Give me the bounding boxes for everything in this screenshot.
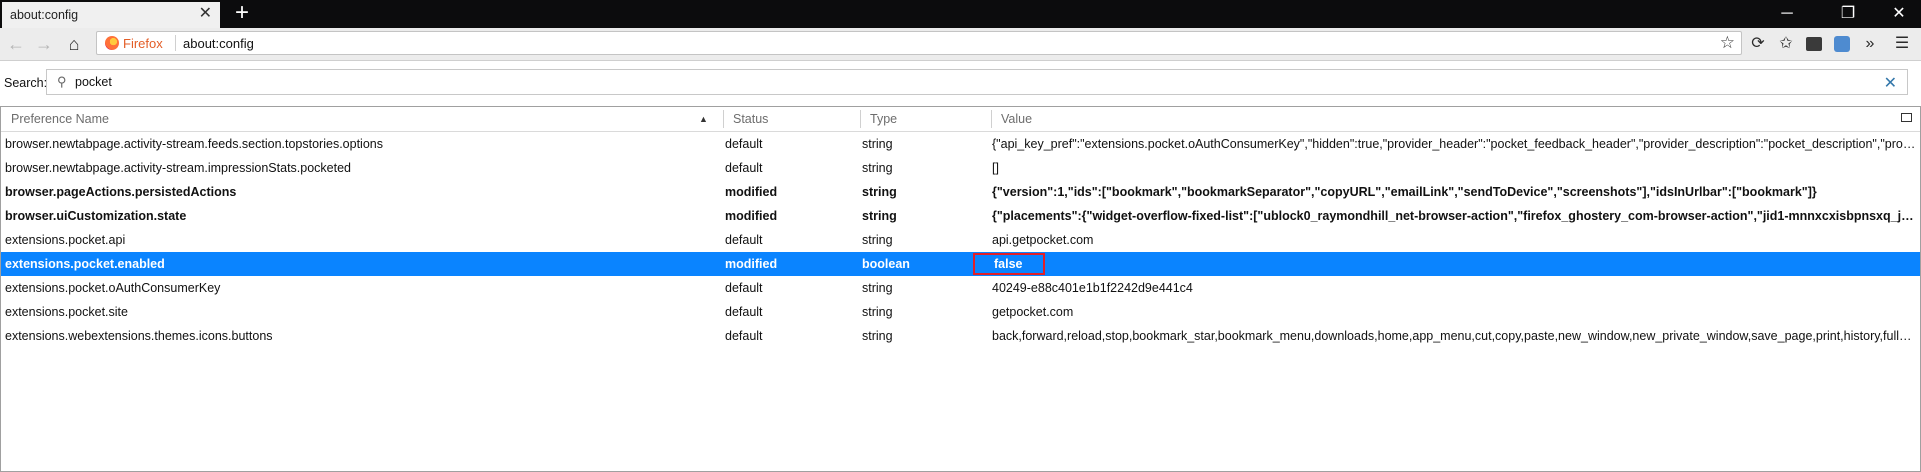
pref-status: modified [725, 185, 778, 199]
library-icon[interactable] [1802, 32, 1826, 56]
table-row[interactable]: extensions.webextensions.themes.icons.bu… [1, 324, 1920, 348]
identity-separator [175, 35, 176, 51]
column-header-type[interactable]: Type [860, 107, 991, 131]
navigation-toolbar: ← → ⌂ Firefox about:config ☆ ⟳ ✩ » ☰ [0, 28, 1921, 61]
bookmarks-icon[interactable]: ✩ [1774, 32, 1798, 56]
pref-value: {"placements":{"widget-overflow-fixed-li… [992, 209, 1917, 223]
pref-status: modified [725, 257, 778, 271]
column-header-type-label: Type [870, 112, 898, 126]
pref-status: default [725, 161, 763, 175]
pref-status: default [725, 137, 763, 151]
column-header-status[interactable]: Status [723, 107, 860, 131]
pref-type: string [862, 161, 893, 175]
column-header-value[interactable]: Value [991, 107, 1871, 131]
column-picker-icon[interactable] [1901, 113, 1912, 122]
tab-title: about:config [10, 8, 79, 22]
pref-type: string [862, 329, 893, 343]
bookmark-star-icon[interactable]: ☆ [1720, 33, 1735, 53]
search-value[interactable]: pocket [75, 75, 112, 89]
table-row[interactable]: browser.pageActions.persistedActions mod… [1, 180, 1920, 204]
pref-type: string [862, 137, 893, 151]
pref-value[interactable]: false [994, 252, 1919, 276]
column-header-name-label: Preference Name [11, 112, 109, 126]
sort-ascending-icon: ▲ [699, 114, 708, 124]
pref-value: api.getpocket.com [992, 233, 1094, 247]
table-row[interactable]: browser.uiCustomization.state modified s… [1, 204, 1920, 228]
extension-icon[interactable] [1830, 32, 1854, 56]
column-header-value-label: Value [1001, 112, 1033, 126]
pref-name: extensions.pocket.api [5, 233, 126, 247]
pref-value: getpocket.com [992, 305, 1074, 319]
column-header-status-label: Status [733, 112, 769, 126]
search-input[interactable]: ⚲ pocket ✕ [46, 69, 1908, 95]
column-header-name[interactable]: Preference Name [1, 107, 723, 131]
pref-value: {"api_key_pref":"extensions.pocket.oAuth… [992, 137, 1917, 151]
pref-status: default [725, 281, 763, 295]
pref-name: browser.newtabpage.activity-stream.feeds… [5, 137, 383, 151]
search-label: Search: [4, 76, 48, 90]
clear-search-icon[interactable]: ✕ [1884, 73, 1897, 93]
url-text[interactable]: about:config [183, 36, 254, 51]
tab-close-icon[interactable]: ✕ [199, 6, 212, 22]
tab-strip: about:config ✕ + ─ ❐ ✕ [0, 0, 1921, 28]
new-tab-button[interactable]: + [230, 1, 254, 26]
pref-value: [] [992, 161, 999, 175]
pref-type: boolean [862, 257, 910, 271]
annotation-highlight-box [973, 253, 1045, 275]
pref-name: browser.uiCustomization.state [5, 209, 187, 223]
pref-type: string [862, 281, 893, 295]
pref-value: 40249-e88c401e1b1f2242d9e441c4 [992, 281, 1193, 295]
pref-name: extensions.pocket.oAuthConsumerKey [5, 281, 221, 295]
menu-icon[interactable]: ☰ [1890, 32, 1914, 56]
pref-type: string [862, 233, 893, 247]
table-row[interactable]: extensions.pocket.site default string ge… [1, 300, 1920, 324]
pref-value: {"version":1,"ids":["bookmark","bookmark… [992, 185, 1817, 199]
overflow-icon[interactable]: » [1858, 32, 1882, 56]
table-row-selected[interactable]: extensions.pocket.enabled modified boole… [1, 252, 1920, 276]
home-icon[interactable]: ⌂ [62, 32, 86, 56]
minimize-button[interactable]: ─ [1765, 0, 1809, 28]
preferences-table: Preference Name ▲ Status Type Value brow… [0, 106, 1921, 472]
search-icon: ⚲ [57, 74, 67, 89]
table-body: browser.newtabpage.activity-stream.feeds… [1, 132, 1920, 348]
table-row[interactable]: extensions.pocket.oAuthConsumerKey defau… [1, 276, 1920, 300]
pref-value: back,forward,reload,stop,bookmark_star,b… [992, 329, 1917, 343]
restore-button[interactable]: ❐ [1826, 0, 1870, 28]
pref-name: extensions.pocket.enabled [5, 257, 165, 271]
search-row: Search: ⚲ pocket ✕ [0, 61, 1921, 106]
table-header: Preference Name ▲ Status Type Value [1, 107, 1920, 132]
pref-name: browser.pageActions.persistedActions [5, 185, 237, 199]
forward-icon[interactable]: → [32, 32, 56, 56]
pref-status: modified [725, 209, 778, 223]
table-row[interactable]: extensions.pocket.api default string api… [1, 228, 1920, 252]
pref-status: default [725, 329, 763, 343]
reload-icon[interactable]: ⟳ [1746, 32, 1770, 56]
pref-type: string [862, 305, 893, 319]
identity-label[interactable]: Firefox [123, 36, 163, 51]
table-row[interactable]: browser.newtabpage.activity-stream.feeds… [1, 132, 1920, 156]
pref-status: default [725, 233, 763, 247]
table-row[interactable]: browser.newtabpage.activity-stream.impre… [1, 156, 1920, 180]
pref-name: browser.newtabpage.activity-stream.impre… [5, 161, 351, 175]
pref-status: default [725, 305, 763, 319]
pref-name: extensions.pocket.site [5, 305, 128, 319]
url-bar[interactable]: Firefox about:config ☆ [96, 31, 1742, 55]
firefox-logo-icon [105, 36, 119, 50]
pref-type: string [862, 185, 897, 199]
window-close-button[interactable]: ✕ [1877, 0, 1921, 28]
pref-type: string [862, 209, 897, 223]
back-icon[interactable]: ← [4, 32, 28, 56]
tab-about-config[interactable]: about:config ✕ [2, 2, 220, 28]
pref-name: extensions.webextensions.themes.icons.bu… [5, 329, 273, 343]
